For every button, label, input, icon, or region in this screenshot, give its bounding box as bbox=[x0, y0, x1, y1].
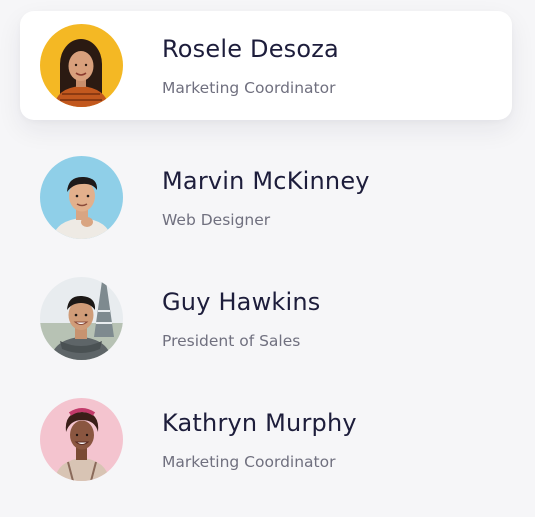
contact-role: President of Sales bbox=[162, 332, 301, 350]
avatar bbox=[40, 156, 123, 239]
contact-role: Marketing Coordinator bbox=[162, 79, 336, 97]
contact-name: Rosele Desoza bbox=[162, 35, 339, 63]
contact-item-marvin-mckinney[interactable]: Marvin McKinney Web Designer bbox=[20, 143, 512, 252]
contact-role: Web Designer bbox=[162, 211, 271, 229]
avatar-man-eiffel-tower-bg-icon bbox=[40, 277, 123, 360]
contact-item-rosele-desoza[interactable]: Rosele Desoza Marketing Coordinator bbox=[20, 11, 512, 120]
avatar-woman-pink-bg-icon bbox=[40, 398, 123, 481]
avatar-woman-yellow-bg-icon bbox=[40, 24, 123, 107]
contact-item-kathryn-murphy[interactable]: Kathryn Murphy Marketing Coordinator bbox=[20, 385, 512, 494]
avatar-man-blue-bg-icon bbox=[40, 156, 123, 239]
avatar bbox=[40, 277, 123, 360]
contact-name: Kathryn Murphy bbox=[162, 409, 357, 437]
avatar bbox=[40, 398, 123, 481]
contact-item-guy-hawkins[interactable]: Guy Hawkins President of Sales bbox=[20, 264, 512, 373]
contact-name: Marvin McKinney bbox=[162, 167, 370, 195]
contact-list: Rosele Desoza Marketing Coordinator Marv… bbox=[0, 0, 535, 517]
contact-role: Marketing Coordinator bbox=[162, 453, 336, 471]
contact-name: Guy Hawkins bbox=[162, 288, 321, 316]
avatar bbox=[40, 24, 123, 107]
